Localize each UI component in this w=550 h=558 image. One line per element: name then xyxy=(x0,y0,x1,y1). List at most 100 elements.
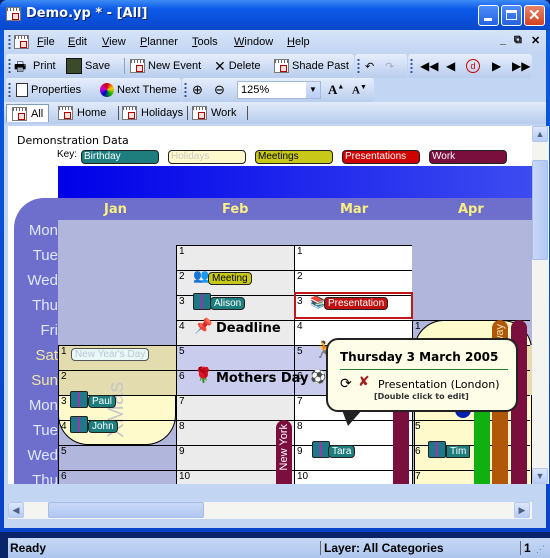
menu-edit[interactable]: Edit xyxy=(68,36,87,48)
calendar-icon xyxy=(58,106,73,120)
tab-separator xyxy=(187,106,188,120)
close-button[interactable]: ✕ xyxy=(524,5,545,26)
calendar-shade-icon xyxy=(274,59,289,73)
horizontal-scrollbar[interactable]: ◀ ▶ xyxy=(8,502,532,519)
day-number: 7 xyxy=(179,396,185,407)
next-button[interactable]: ▶ xyxy=(492,58,501,74)
document-icon[interactable] xyxy=(14,35,29,49)
clipboard-icon xyxy=(16,83,28,97)
horizontal-scroll-thumb[interactable] xyxy=(48,502,204,518)
menu-tools[interactable]: Tools xyxy=(192,36,218,48)
toolbar-grip[interactable] xyxy=(184,82,187,98)
maximize-button[interactable] xyxy=(501,5,522,26)
vertical-scrollbar[interactable]: ▲ ▼ xyxy=(532,126,549,484)
mdi-minimize-icon[interactable]: _ xyxy=(500,34,506,46)
tab-all[interactable]: All xyxy=(6,104,50,122)
event-new-years-day[interactable]: New Year's Day xyxy=(71,348,150,361)
menu-planner[interactable]: Planner xyxy=(140,36,178,48)
event-mothers-day[interactable]: Mothers Day xyxy=(216,371,308,386)
zoom-in-button[interactable]: ⊕ xyxy=(192,82,203,98)
day-number: 8 xyxy=(179,421,185,432)
event-birthday-paul[interactable]: Paul xyxy=(88,395,117,408)
calendar-icon xyxy=(122,106,137,120)
tooltip-hint: [Double click to edit] xyxy=(374,392,469,401)
day-cell[interactable]: 5 xyxy=(58,445,176,470)
redo-button[interactable]: ↷ xyxy=(385,58,394,74)
month-jan: Jan xyxy=(104,202,127,217)
gift-icon xyxy=(428,441,446,458)
save-button[interactable]: Save xyxy=(66,58,110,74)
toolbar-grip[interactable] xyxy=(8,82,11,98)
zoom-in-icon: ⊕ xyxy=(192,82,203,97)
day-number: 3 xyxy=(179,296,185,307)
tooltip-divider xyxy=(340,369,508,370)
menu-window[interactable]: Window xyxy=(234,36,273,48)
scroll-up-button[interactable]: ▲ xyxy=(532,126,548,142)
event-meeting[interactable]: Meeting xyxy=(208,272,252,285)
key-holidays[interactable]: Holidays xyxy=(168,150,246,164)
event-deadline[interactable]: Deadline xyxy=(216,321,281,336)
event-work-new-york[interactable]: New York xyxy=(276,420,292,484)
day-cell[interactable]: 1 xyxy=(294,245,412,270)
event-birthday-john[interactable]: John xyxy=(88,420,118,433)
event-birthday-tara[interactable]: Tara xyxy=(328,445,356,458)
day-number: 1 xyxy=(297,246,303,257)
zoom-out-button[interactable]: ⊖ xyxy=(214,82,225,98)
day-cell[interactable]: 6 xyxy=(58,470,176,484)
menu-view[interactable]: View xyxy=(102,36,126,48)
event-presentation[interactable]: Presentation xyxy=(324,297,389,310)
toolbar-grip[interactable] xyxy=(357,58,360,74)
mdi-restore-icon[interactable]: ⧉ xyxy=(514,34,522,47)
new-event-button[interactable]: New Event xyxy=(130,58,201,74)
vertical-scroll-thumb[interactable] xyxy=(532,160,548,260)
tab-holidays[interactable]: Holidays xyxy=(122,104,183,122)
zoom-select[interactable]: 125% ▼ xyxy=(237,81,321,99)
pushpin-icon: 📌 xyxy=(194,318,213,335)
status-bar: Ready Layer: All Categories 1 ⋰ xyxy=(8,538,550,558)
day-cell[interactable]: 1 xyxy=(176,245,294,270)
key-work[interactable]: Work xyxy=(429,150,507,164)
mdi-close-icon[interactable]: ✕ xyxy=(531,34,540,47)
dropdown-arrow-icon[interactable]: ▼ xyxy=(306,82,320,98)
day-cell[interactable]: 7 xyxy=(176,395,294,420)
resize-grip[interactable]: ⋰ xyxy=(536,544,545,555)
rewind-icon: ◀◀ xyxy=(420,59,439,73)
undo-button[interactable]: ↶ xyxy=(365,58,374,74)
prev-icon: ◀ xyxy=(446,59,456,73)
today-button[interactable]: d xyxy=(466,58,480,74)
delete-x-icon: ✕ xyxy=(214,57,226,74)
scroll-left-button[interactable]: ◀ xyxy=(8,502,24,518)
toolbar-grip[interactable] xyxy=(410,58,413,74)
next-theme-button[interactable]: Next Theme xyxy=(100,82,177,98)
navigation-toolbar: ◀◀ ◀ d ▶ ▶▶ xyxy=(408,54,532,78)
calendar-icon xyxy=(130,59,145,73)
menu-grip[interactable] xyxy=(8,34,11,50)
day-number: 5 xyxy=(61,446,67,457)
tab-separator xyxy=(118,106,119,120)
first-button[interactable]: ◀◀ xyxy=(420,58,438,74)
tab-holidays-label: Holidays xyxy=(141,107,184,119)
last-button[interactable]: ▶▶ xyxy=(512,58,530,74)
properties-button[interactable]: Properties xyxy=(16,82,81,98)
tab-home[interactable]: Home xyxy=(58,104,106,122)
tab-work[interactable]: Work xyxy=(192,104,236,122)
scroll-down-button[interactable]: ▼ xyxy=(532,468,548,484)
print-button[interactable]: 🖶 Print xyxy=(14,58,56,74)
minimize-button[interactable] xyxy=(478,5,499,26)
toolbar-grip[interactable] xyxy=(8,58,11,74)
delete-button[interactable]: ✕ Delete xyxy=(214,58,261,74)
day-number: 2 xyxy=(297,271,303,282)
event-birthday-tim[interactable]: Tim xyxy=(446,445,471,458)
key-meetings[interactable]: Meetings xyxy=(255,150,333,164)
decrease-font-button[interactable]: A▼ xyxy=(352,82,367,98)
menu-file[interactable]: File xyxy=(37,36,55,48)
increase-font-button[interactable]: A▲ xyxy=(328,82,344,98)
shade-past-button[interactable]: Shade Past xyxy=(274,58,349,74)
event-birthday-alison[interactable]: Alison xyxy=(210,297,246,310)
previous-button[interactable]: ◀ xyxy=(446,58,455,74)
menu-help[interactable]: Help xyxy=(287,36,310,48)
day-number: 3 xyxy=(61,396,67,407)
key-birthday[interactable]: Birthday xyxy=(81,150,159,164)
scroll-right-button[interactable]: ▶ xyxy=(514,502,530,518)
key-presentations[interactable]: Presentations xyxy=(342,150,420,164)
